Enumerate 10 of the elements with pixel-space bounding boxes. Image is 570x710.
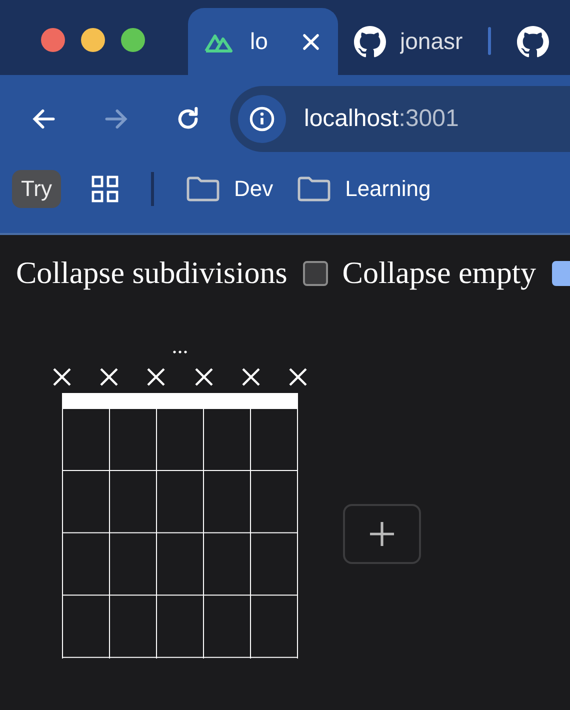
url-text: localhost:3001 — [304, 105, 459, 133]
bookmark-folder[interactable]: Learning — [297, 176, 431, 202]
option-label: Collapse empty — [342, 255, 536, 291]
chord-name: ... — [172, 335, 188, 357]
try-button[interactable]: Try — [12, 170, 61, 208]
browser-tab[interactable]: lo — [188, 8, 338, 75]
address-bar[interactable]: localhost:3001 — [230, 86, 570, 152]
bookmark-folder[interactable]: Dev — [186, 176, 274, 202]
option-label: Collapse subdivisions — [16, 255, 288, 291]
tab-title: lo — [250, 28, 268, 55]
